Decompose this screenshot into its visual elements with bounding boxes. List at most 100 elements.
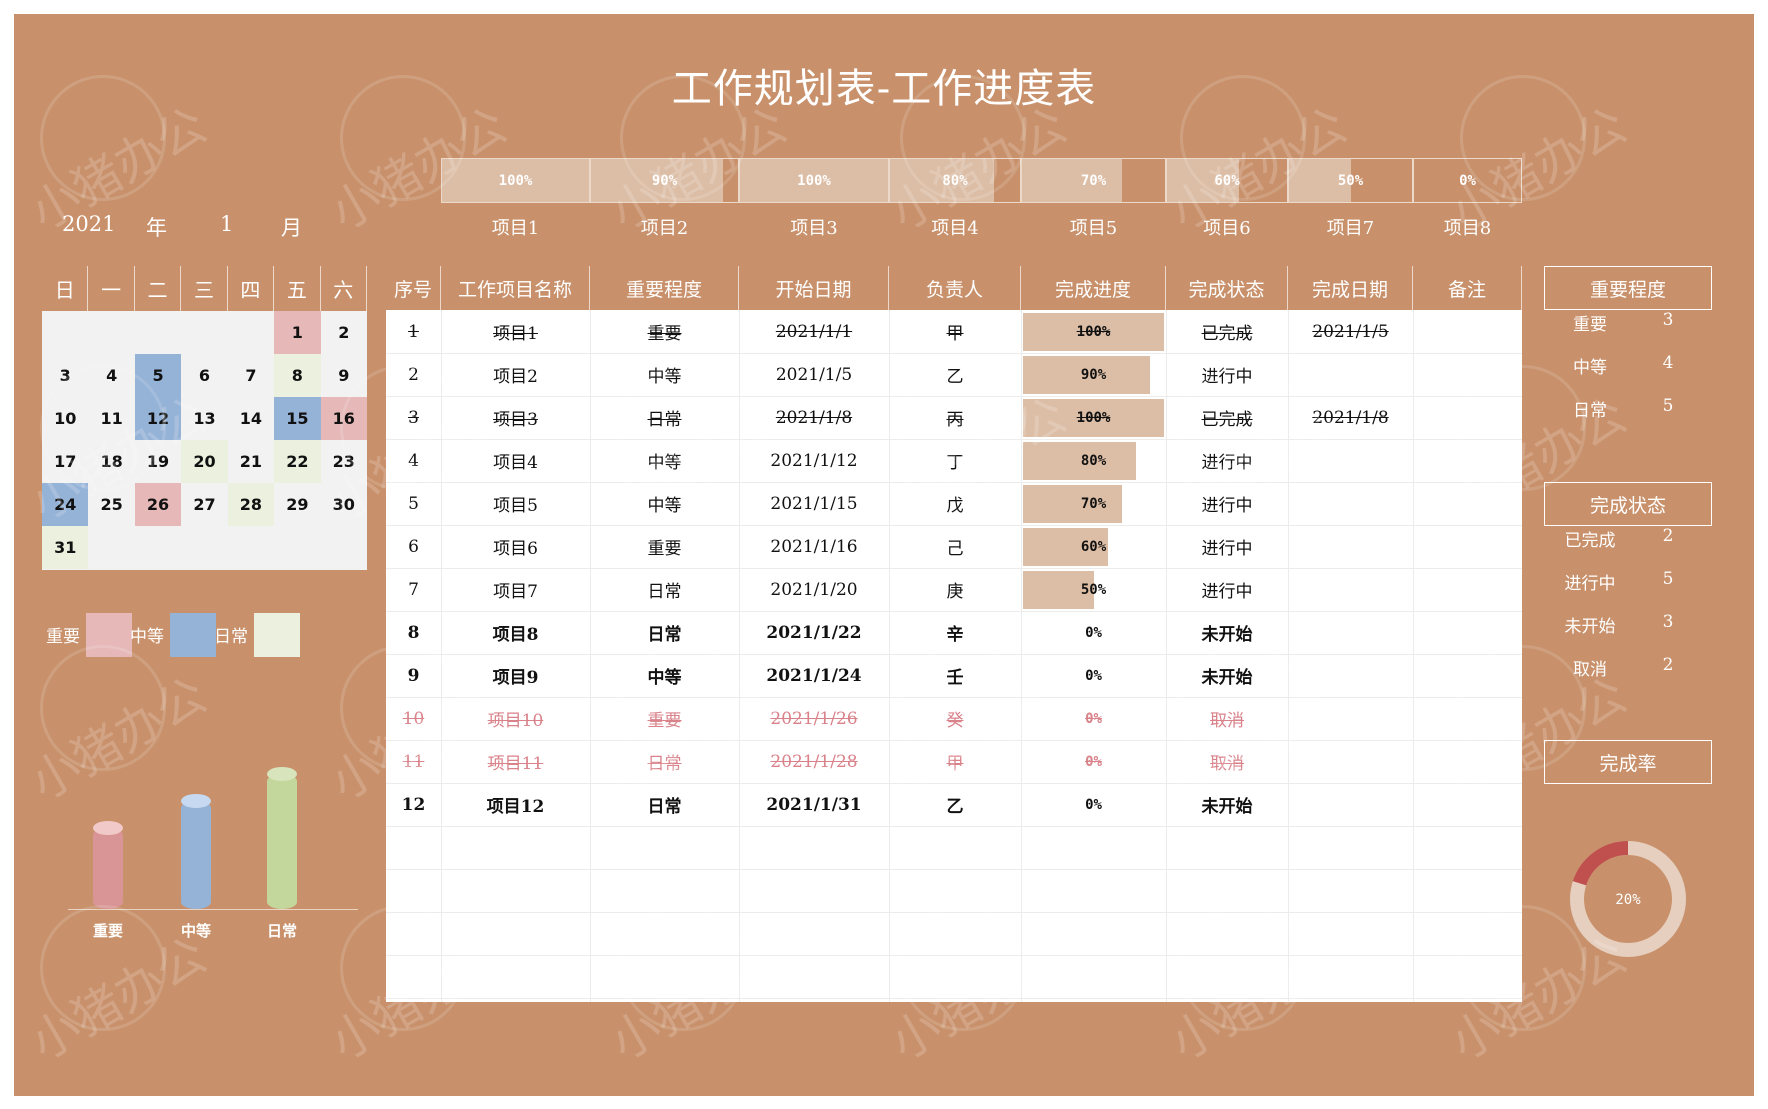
table-cell-progress[interactable]: 90% bbox=[1021, 353, 1166, 396]
importance-summary-value: 4 bbox=[1662, 353, 1674, 373]
calendar-day[interactable]: 20 bbox=[181, 440, 228, 483]
calendar-day[interactable]: 6 bbox=[181, 354, 227, 397]
table-cell-progress[interactable]: 0% bbox=[1021, 697, 1166, 740]
table-cell-done[interactable] bbox=[1288, 783, 1413, 826]
table-cell-name[interactable]: 项目1 bbox=[441, 310, 590, 353]
table-cell-progress[interactable]: 80% bbox=[1021, 439, 1166, 482]
table-cell-progress[interactable]: 100% bbox=[1021, 310, 1166, 353]
table-cell-progress[interactable]: 60% bbox=[1021, 525, 1166, 568]
table-cell-progress[interactable]: 70% bbox=[1021, 482, 1166, 525]
table-cell-start[interactable]: 2021/1/24 bbox=[739, 654, 889, 697]
table-cell-level[interactable]: 重要 bbox=[590, 310, 739, 353]
table-cell-done[interactable] bbox=[1288, 654, 1413, 697]
table-cell-name[interactable]: 项目6 bbox=[441, 525, 590, 568]
calendar-day[interactable]: 28 bbox=[227, 483, 275, 526]
table-cell-owner[interactable]: 己 bbox=[889, 525, 1021, 568]
watermark-ring bbox=[1180, 75, 1306, 201]
table-cell-owner[interactable]: 庚 bbox=[889, 568, 1021, 611]
table-row[interactable]: 6 项目6 重要 2021/1/16 己 60% 进行中 bbox=[386, 525, 1522, 568]
table-cell-progress[interactable]: 0% bbox=[1021, 783, 1166, 826]
table-cell-no[interactable]: 12 bbox=[386, 783, 441, 826]
calendar-day[interactable]: 27 bbox=[181, 483, 227, 526]
table-cell-name[interactable]: 项目8 bbox=[441, 611, 590, 654]
table-cell-start[interactable]: 2021/1/1 bbox=[739, 310, 889, 353]
table-cell-owner[interactable]: 乙 bbox=[889, 783, 1021, 826]
table-cell-note[interactable] bbox=[1413, 525, 1522, 568]
chart-bar bbox=[93, 828, 123, 909]
table-cell-done[interactable] bbox=[1288, 740, 1413, 783]
table-cell-status[interactable]: 已完成 bbox=[1166, 310, 1288, 353]
table-cell-progress[interactable]: 0% bbox=[1021, 740, 1166, 783]
calendar-day[interactable]: 8 bbox=[274, 354, 321, 397]
table-cell-progress[interactable]: 0% bbox=[1021, 654, 1166, 697]
table-cell-start[interactable]: 2021/1/16 bbox=[739, 525, 889, 568]
calendar-day[interactable]: 1 bbox=[274, 311, 321, 354]
table-cell-start[interactable]: 2021/1/22 bbox=[739, 611, 889, 654]
table-cell-note[interactable] bbox=[1413, 783, 1522, 826]
table-cell-done[interactable] bbox=[1288, 439, 1413, 482]
calendar-day[interactable]: 2 bbox=[321, 311, 367, 354]
table-cell-owner[interactable]: 甲 bbox=[889, 310, 1021, 353]
completion-donut-chart: 20% bbox=[1570, 841, 1686, 957]
table-cell-done[interactable] bbox=[1288, 568, 1413, 611]
table-cell-name[interactable]: 项目12 bbox=[441, 783, 590, 826]
table-row[interactable]: 7 项目7 日常 2021/1/20 庚 50% 进行中 bbox=[386, 568, 1522, 611]
table-cell-name[interactable]: 项目5 bbox=[441, 482, 590, 525]
table-cell-name[interactable]: 项目7 bbox=[441, 568, 590, 611]
calendar-day[interactable]: 26 bbox=[134, 483, 182, 526]
status-summary-label: 未开始 bbox=[1564, 617, 1616, 637]
watermark-ring bbox=[900, 905, 1026, 1031]
calendar-day[interactable]: 21 bbox=[228, 440, 274, 483]
table-cell-level[interactable]: 日常 bbox=[590, 568, 739, 611]
calendar-day[interactable]: 31 bbox=[42, 526, 89, 569]
table-cell-name[interactable]: 项目2 bbox=[441, 353, 590, 396]
table-cell-start[interactable]: 2021/1/26 bbox=[739, 697, 889, 740]
calendar-day[interactable]: 30 bbox=[321, 483, 367, 526]
table-cell-done[interactable] bbox=[1288, 697, 1413, 740]
table-cell-start[interactable]: 2021/1/12 bbox=[739, 439, 889, 482]
table-cell-status[interactable]: 进行中 bbox=[1166, 525, 1288, 568]
table-cell-done[interactable] bbox=[1288, 482, 1413, 525]
table-cell-status[interactable]: 进行中 bbox=[1166, 568, 1288, 611]
importance-summary-label: 重要 bbox=[1573, 315, 1607, 335]
calendar-day[interactable]: 15 bbox=[274, 397, 321, 440]
table-cell-progress[interactable]: 50% bbox=[1021, 568, 1166, 611]
month-value[interactable]: 1 bbox=[220, 212, 233, 236]
table-cell-done[interactable] bbox=[1288, 525, 1413, 568]
table-row[interactable]: 1 项目1 重要 2021/1/1 甲 100% 已完成 2021/1/5 bbox=[386, 310, 1522, 353]
table-cell-note[interactable] bbox=[1413, 568, 1522, 611]
table-cell-level[interactable]: 重要 bbox=[590, 525, 739, 568]
calendar-day[interactable]: 24 bbox=[42, 483, 89, 526]
table-cell-start[interactable]: 2021/1/20 bbox=[739, 568, 889, 611]
year-unit: 年 bbox=[146, 216, 167, 240]
table-cell-no[interactable]: 1 bbox=[386, 310, 441, 353]
table-cell-name[interactable]: 项目11 bbox=[441, 740, 590, 783]
calendar-day[interactable]: 7 bbox=[228, 354, 274, 397]
table-cell-level[interactable]: 日常 bbox=[590, 783, 739, 826]
table-cell-no[interactable]: 7 bbox=[386, 568, 441, 611]
table-cell-done[interactable]: 2021/1/5 bbox=[1288, 310, 1413, 353]
table-cell-progress[interactable]: 100% bbox=[1021, 396, 1166, 439]
table-cell-start[interactable]: 2021/1/28 bbox=[739, 740, 889, 783]
importance-summary-value: 5 bbox=[1662, 396, 1674, 416]
table-cell-start[interactable]: 2021/1/8 bbox=[739, 396, 889, 439]
table-cell-done[interactable] bbox=[1288, 353, 1413, 396]
calendar-day[interactable]: 13 bbox=[181, 397, 227, 440]
table-cell-start[interactable]: 2021/1/31 bbox=[739, 783, 889, 826]
table-cell-done[interactable]: 2021/1/8 bbox=[1288, 396, 1413, 439]
year-value[interactable]: 2021 bbox=[62, 212, 115, 236]
calendar-day[interactable]: 22 bbox=[274, 440, 321, 483]
table-cell-done[interactable] bbox=[1288, 611, 1413, 654]
watermark-ring bbox=[900, 75, 1026, 201]
table-cell-status[interactable]: 未开始 bbox=[1166, 783, 1288, 826]
calendar-weekday-header: 日 bbox=[42, 266, 89, 311]
table-cell-note[interactable] bbox=[1413, 310, 1522, 353]
table-header-cell: 负责人 bbox=[889, 266, 1021, 310]
calendar-day[interactable]: 14 bbox=[228, 397, 274, 440]
table-row[interactable]: 12 项目12 日常 2021/1/31 乙 0% 未开始 bbox=[386, 783, 1522, 826]
table-cell-no[interactable]: 6 bbox=[386, 525, 441, 568]
table-cell-progress[interactable]: 0% bbox=[1021, 611, 1166, 654]
table-cell-start[interactable]: 2021/1/5 bbox=[739, 353, 889, 396]
table-cell-start[interactable]: 2021/1/15 bbox=[739, 482, 889, 525]
calendar-day[interactable]: 29 bbox=[274, 483, 320, 526]
